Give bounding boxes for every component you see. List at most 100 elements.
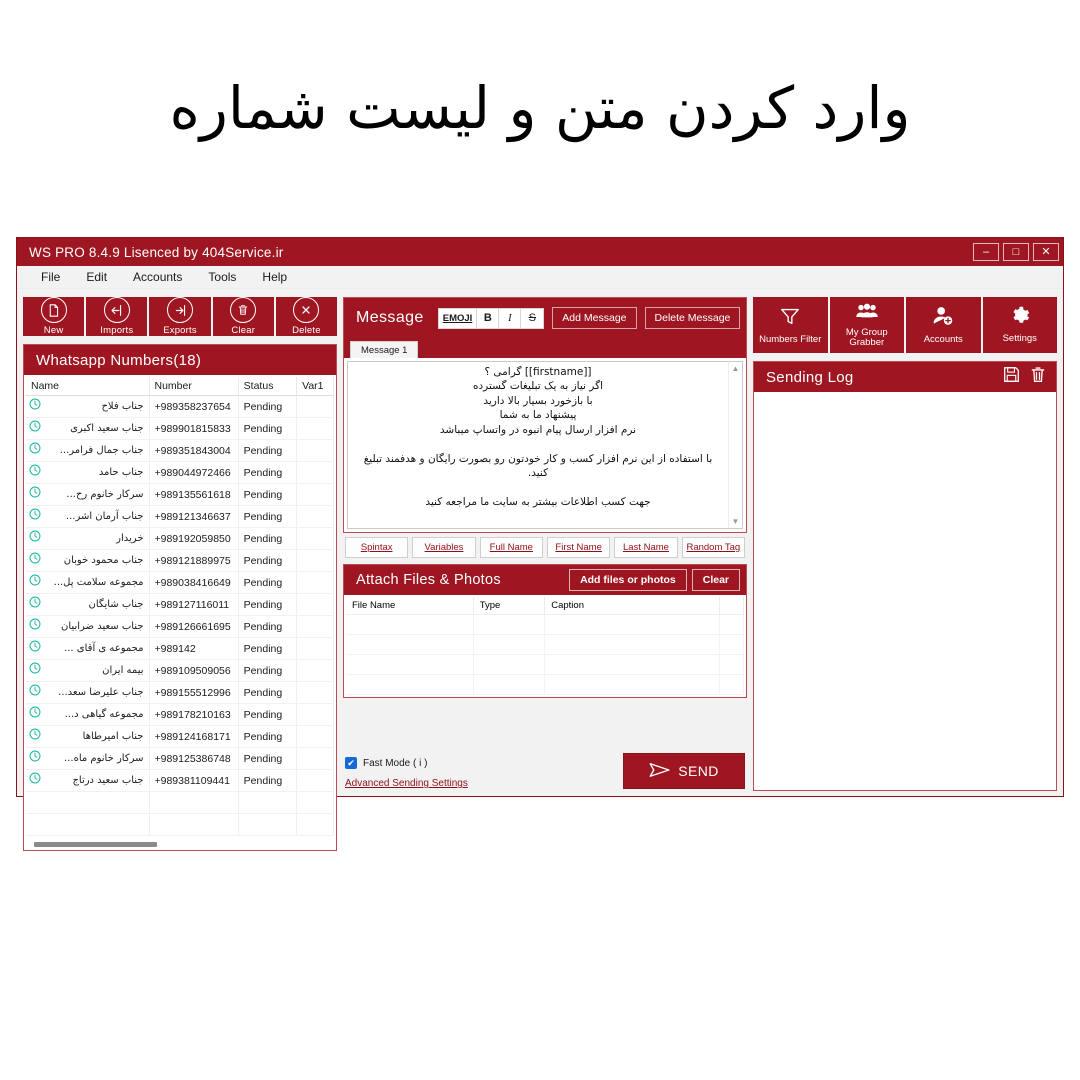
table-row[interactable]: جناب سعید ضرابیان +989126661695 Pending: [26, 615, 334, 638]
table-row[interactable]: مجموعه گیاهی د... +989178210163 Pending: [26, 703, 334, 726]
table-row[interactable]: جناب شایگان +989127116011 Pending: [26, 593, 334, 616]
column-header-type[interactable]: Type: [473, 597, 546, 615]
cell-status: Pending: [238, 637, 298, 660]
message-editor-input[interactable]: [[firstname]] گرامی ؟ اگر نیاز به یک تبل…: [348, 362, 728, 528]
column-header-status[interactable]: Status: [238, 377, 298, 396]
save-disk-icon[interactable]: [1003, 366, 1020, 388]
tab-message-1[interactable]: Message 1: [350, 341, 419, 358]
numbers-grid-wrapper[interactable]: Name Number Status Var1 جناب فلاح +989358…: [24, 375, 336, 838]
minimize-button[interactable]: –: [973, 243, 999, 261]
table-row[interactable]: خریدار +989192059850 Pending: [26, 527, 334, 550]
delete-button[interactable]: Delete: [275, 297, 338, 336]
attach-files-panel: Attach Files & Photos Add files or photo…: [343, 564, 747, 698]
column-header-file-name[interactable]: File Name: [346, 597, 474, 615]
strikethrough-button[interactable]: S: [521, 308, 544, 328]
trash-icon[interactable]: [1030, 366, 1046, 388]
table-row[interactable]: [26, 791, 334, 814]
numbers-horizontal-scrollbar[interactable]: [24, 838, 336, 850]
table-row[interactable]: جناب سعید اکبری +989901815833 Pending: [26, 417, 334, 440]
clear-files-button[interactable]: Clear: [691, 569, 740, 591]
attach-panel-buttons: Add files or photos Clear: [569, 569, 740, 591]
numbers-panel-header: Whatsapp Numbers(18): [24, 345, 336, 375]
table-row[interactable]: جناب جمال فرامر... +989351843004 Pending: [26, 439, 334, 462]
cell-var1: [296, 637, 334, 660]
full-name-button[interactable]: Full Name: [479, 537, 543, 558]
exports-button[interactable]: Exports: [149, 297, 212, 336]
table-row[interactable]: جناب امیرطاها +989124168171 Pending: [26, 725, 334, 748]
attach-grid-wrapper[interactable]: File Name Type Caption: [344, 595, 746, 697]
imports-button[interactable]: Imports: [86, 297, 149, 336]
clear-button[interactable]: Clear: [212, 297, 275, 336]
table-row[interactable]: مجموعه سلامت پل... +989038416649 Pending: [26, 571, 334, 594]
last-name-button[interactable]: Last Name: [614, 537, 678, 558]
exports-button-label: Exports: [163, 325, 197, 336]
cell-number: +989135561618: [149, 483, 239, 506]
column-header-number[interactable]: Number: [149, 377, 239, 396]
menu-item-help[interactable]: Help: [262, 270, 287, 284]
sending-log-body[interactable]: [754, 392, 1056, 790]
attach-table-header-row: File Name Type Caption: [346, 597, 744, 615]
table-row[interactable]: مجموعه ی آقای ... +989142 Pending: [26, 637, 334, 660]
table-row[interactable]: جناب فلاح +989358237654 Pending: [26, 395, 334, 418]
title-bar: WS PRO 8.4.9 Lisenced by 404Service.ir –…: [17, 238, 1063, 266]
table-row[interactable]: جناب سعید درتاج +989381109441 Pending: [26, 769, 334, 792]
menu-item-tools[interactable]: Tools: [208, 270, 236, 284]
table-row[interactable]: جناب آرمان اشر... +989121346637 Pending: [26, 505, 334, 528]
add-files-button[interactable]: Add files or photos: [569, 569, 687, 591]
table-row[interactable]: سرکار خانوم رح... +989135561618 Pending: [26, 483, 334, 506]
trash-icon: [230, 297, 257, 323]
table-row[interactable]: [346, 634, 744, 655]
table-row[interactable]: جناب علیرضا سعد... +989155512996 Pending: [26, 681, 334, 704]
my-group-grabber-button[interactable]: My Group Grabber: [829, 297, 905, 353]
spintax-button[interactable]: Spintax: [345, 537, 409, 558]
emoji-button[interactable]: EMOJI: [438, 308, 478, 328]
maximize-button[interactable]: □: [1003, 243, 1029, 261]
menu-item-file[interactable]: File: [41, 270, 60, 284]
cell-name: جناب جمال فرامر...: [26, 439, 150, 462]
table-row[interactable]: جناب محمود خوبان +989121889975 Pending: [26, 549, 334, 572]
attach-panel-header: Attach Files & Photos Add files or photo…: [344, 565, 746, 595]
message-editor-box[interactable]: [[firstname]] گرامی ؟ اگر نیاز به یک تبل…: [347, 361, 743, 529]
table-row[interactable]: [346, 674, 744, 695]
cell-number: +989127116011: [149, 593, 239, 616]
variables-button[interactable]: Variables: [412, 537, 476, 558]
send-plane-icon: [649, 762, 671, 781]
cell-name: بیمه ایران: [26, 659, 150, 682]
table-row[interactable]: جناب حامد +989044972466 Pending: [26, 461, 334, 484]
close-button[interactable]: ✕: [1033, 243, 1059, 261]
bold-button[interactable]: B: [477, 308, 500, 328]
menu-item-edit[interactable]: Edit: [86, 270, 107, 284]
tag-button-row: Spintax Variables Full Name First Name L…: [345, 537, 745, 558]
send-button[interactable]: SEND: [623, 753, 745, 789]
message-panel: Message EMOJI B I S Add Message Delete M…: [343, 297, 747, 533]
menu-item-accounts[interactable]: Accounts: [133, 270, 182, 284]
new-button[interactable]: New: [23, 297, 86, 336]
numbers-filter-button[interactable]: Numbers Filter: [753, 297, 829, 353]
table-row[interactable]: [346, 614, 744, 635]
column-header-caption[interactable]: Caption: [544, 597, 721, 615]
settings-button[interactable]: Settings: [982, 297, 1057, 353]
cell-name: جناب حامد: [26, 461, 150, 484]
scroll-up-icon[interactable]: ▲: [732, 364, 740, 373]
first-name-button[interactable]: First Name: [546, 537, 611, 558]
message-editor-scrollbar[interactable]: ▲ ▼: [728, 362, 742, 528]
italic-button[interactable]: I: [499, 308, 522, 328]
cell-status: Pending: [238, 593, 298, 616]
column-header-name[interactable]: Name: [26, 377, 150, 396]
cell-status: Pending: [238, 747, 298, 770]
table-row[interactable]: [346, 654, 744, 675]
scrollbar-thumb[interactable]: [34, 841, 157, 847]
accounts-button[interactable]: Accounts: [906, 297, 982, 353]
advanced-sending-settings-link[interactable]: Advanced Sending Settings: [345, 778, 468, 789]
scroll-down-icon[interactable]: ▼: [732, 517, 740, 526]
add-message-button[interactable]: Add Message: [552, 307, 637, 329]
fast-mode-row[interactable]: ✔ Fast Mode ( i ): [345, 757, 468, 769]
fast-mode-checkbox[interactable]: ✔: [345, 757, 357, 769]
column-header-var1[interactable]: Var1: [296, 377, 334, 396]
table-row[interactable]: سرکار خانوم ماه... +989125386748 Pending: [26, 747, 334, 770]
sending-log-title: Sending Log: [766, 368, 854, 386]
delete-message-button[interactable]: Delete Message: [644, 307, 741, 329]
table-row[interactable]: بیمه ایران +989109509056 Pending: [26, 659, 334, 682]
table-row[interactable]: [26, 813, 334, 836]
random-tag-button[interactable]: Random Tag: [681, 537, 745, 558]
